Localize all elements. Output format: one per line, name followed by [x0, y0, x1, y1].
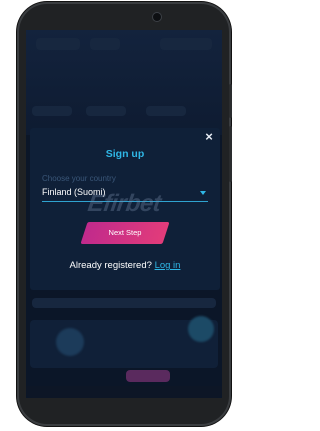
background-nav-chip: [36, 38, 80, 50]
background-button: [126, 370, 170, 382]
background-tab: [86, 106, 126, 116]
background-nav-chip: [160, 38, 212, 50]
background-orb: [188, 316, 214, 342]
country-field-label: Choose your country: [42, 174, 116, 183]
already-registered-text: Already registered?: [69, 260, 152, 271]
system-navigation-bar: [26, 386, 222, 398]
background-tab: [32, 106, 72, 116]
background-tab: [146, 106, 186, 116]
watermark-logo: Efirbet: [86, 190, 163, 217]
background-orb: [56, 328, 84, 356]
background-row: [32, 298, 216, 308]
login-link[interactable]: Log in: [155, 260, 181, 271]
phone-power-button: [229, 84, 232, 118]
background-nav-chip: [90, 38, 120, 50]
modal-title: Sign up: [105, 148, 145, 160]
camera-icon: [153, 13, 161, 21]
already-registered-line: Already registered? Log in: [0, 260, 250, 271]
close-icon[interactable]: ×: [203, 130, 215, 144]
chevron-down-icon: [200, 191, 206, 195]
next-step-button[interactable]: Next Step: [84, 222, 166, 244]
